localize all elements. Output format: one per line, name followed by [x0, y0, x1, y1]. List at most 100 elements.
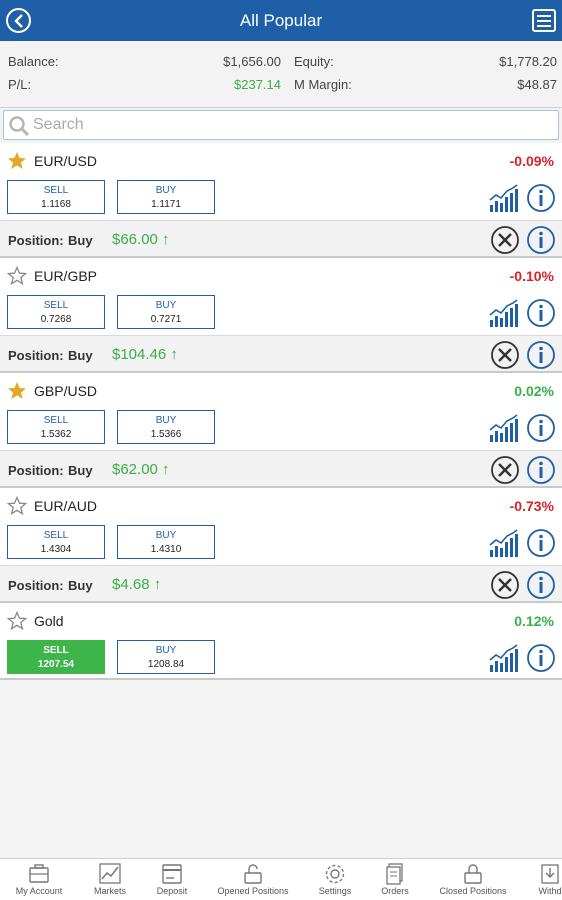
chart-icon[interactable] — [489, 183, 519, 213]
instrument-symbol: EUR/USD — [34, 153, 98, 169]
instrument-symbol: Gold — [34, 613, 64, 629]
info-icon[interactable] — [526, 528, 556, 558]
buy-label: BUY — [155, 645, 177, 656]
buy-label: BUY — [155, 415, 177, 426]
sell-price: 0.7268 — [40, 314, 72, 325]
buy-price: 1208.84 — [147, 659, 185, 670]
chart-icon[interactable] — [489, 298, 519, 328]
favorite-toggle[interactable] — [6, 610, 28, 636]
buy-button[interactable]: BUY 1.1171 — [117, 180, 215, 214]
search-icon — [9, 116, 30, 137]
star-outline-icon[interactable] — [6, 265, 28, 286]
position-info-icon[interactable] — [526, 340, 556, 370]
info-icon[interactable] — [526, 183, 556, 213]
sell-button[interactable]: SELL 1.1168 — [7, 180, 105, 214]
tab-label: My Account — [15, 886, 63, 896]
chart-icon[interactable] — [489, 643, 519, 673]
buy-price: 1.1171 — [151, 199, 181, 210]
pl-label: P/L: — [8, 77, 32, 92]
sell-label: SELL — [43, 645, 69, 656]
top-bar: All Popular — [0, 0, 562, 41]
position-info-icon[interactable] — [526, 455, 556, 485]
star-outline-icon[interactable] — [6, 610, 28, 631]
buy-label: BUY — [155, 300, 177, 311]
tab-label: Withd — [538, 886, 562, 896]
search-box[interactable]: Search — [3, 110, 559, 140]
sell-button[interactable]: SELL 1.4304 — [7, 525, 105, 559]
tab-label: Closed Positions — [439, 886, 507, 896]
close-position-icon[interactable] — [490, 225, 520, 255]
info-icon[interactable] — [526, 298, 556, 328]
favorite-toggle[interactable] — [6, 495, 28, 521]
buy-button[interactable]: BUY 0.7271 — [117, 295, 215, 329]
tab-withd[interactable]: Withd — [511, 859, 562, 900]
close-position-icon[interactable] — [490, 455, 520, 485]
change-percent: 0.12% — [514, 613, 554, 629]
position-side: Buy — [68, 578, 93, 593]
change-percent: -0.73% — [509, 498, 554, 514]
tab-closed-positions[interactable]: Closed Positions — [434, 859, 512, 900]
instrument-row[interactable]: EUR/USD -0.09% SELL 1.1168 BUY 1.1171 — [0, 143, 562, 220]
close-position-icon[interactable] — [490, 570, 520, 600]
lock-icon — [464, 864, 482, 884]
info-icon[interactable] — [526, 643, 556, 673]
tab-opened-positions[interactable]: Opened Positions — [214, 859, 292, 900]
instrument-symbol: GBP/USD — [34, 383, 98, 399]
buy-label: BUY — [155, 185, 177, 196]
menu-button[interactable] — [532, 9, 556, 32]
position-pl: $104.46 ↑ — [112, 346, 178, 363]
close-position-icon[interactable] — [490, 340, 520, 370]
favorite-toggle[interactable] — [7, 151, 27, 176]
sell-price: 1.5362 — [40, 429, 72, 440]
menu-icon — [537, 20, 551, 22]
instrument-symbol: EUR/GBP — [34, 268, 98, 284]
position-side: Buy — [68, 463, 93, 478]
star-filled-icon[interactable] — [7, 381, 27, 401]
position-label: Position: — [8, 233, 64, 248]
pl-value: $237.14 — [234, 77, 281, 92]
briefcase-icon — [29, 864, 49, 883]
favorite-toggle[interactable] — [7, 381, 27, 406]
buy-button[interactable]: BUY 1.5366 — [117, 410, 215, 444]
info-icon[interactable] — [526, 413, 556, 443]
tab-orders[interactable]: Orders — [356, 859, 434, 900]
position-side: Buy — [68, 348, 93, 363]
instrument-symbol: EUR/AUD — [34, 498, 98, 514]
favorite-toggle[interactable] — [6, 265, 28, 291]
instrument-row[interactable]: Gold 0.12% SELL 1207.54 BUY 1208.84 — [0, 603, 562, 680]
position-row: Position: Buy $104.46 ↑ — [0, 335, 562, 373]
document-icon — [386, 863, 403, 885]
position-label: Position: — [8, 348, 64, 363]
sell-button[interactable]: SELL 1.5362 — [7, 410, 105, 444]
search-input[interactable]: Search — [33, 116, 84, 134]
chart-icon[interactable] — [489, 528, 519, 558]
chart-icon[interactable] — [489, 413, 519, 443]
position-label: Position: — [8, 578, 64, 593]
instrument-list: EUR/USD -0.09% SELL 1.1168 BUY 1.1171 Position… — [0, 143, 562, 680]
balance-value: $1,656.00 — [223, 54, 281, 69]
position-side: Buy — [68, 233, 93, 248]
sell-price: 1.4304 — [40, 544, 72, 555]
unlock-icon — [244, 864, 262, 884]
sell-button[interactable]: SELL 1207.54 — [7, 640, 105, 674]
gear-icon — [325, 864, 345, 884]
position-row: Position: Buy $4.68 ↑ — [0, 565, 562, 603]
buy-button[interactable]: BUY 1208.84 — [117, 640, 215, 674]
position-info-icon[interactable] — [526, 225, 556, 255]
tab-label: Orders — [381, 886, 409, 896]
sell-label: SELL — [43, 185, 69, 196]
tab-deposit[interactable]: Deposit — [133, 859, 211, 900]
instrument-row[interactable]: EUR/GBP -0.10% SELL 0.7268 BUY 0.7271 — [0, 258, 562, 335]
instrument-row[interactable]: GBP/USD 0.02% SELL 1.5362 BUY 1.5366 — [0, 373, 562, 450]
sell-button[interactable]: SELL 0.7268 — [7, 295, 105, 329]
position-info-icon[interactable] — [526, 570, 556, 600]
star-filled-icon[interactable] — [7, 151, 27, 171]
tab-my-account[interactable]: My Account — [0, 859, 78, 900]
buy-price: 0.7271 — [150, 314, 182, 325]
sell-label: SELL — [43, 415, 69, 426]
instrument-row[interactable]: EUR/AUD -0.73% SELL 1.4304 BUY 1.4310 — [0, 488, 562, 565]
position-pl: $66.00 ↑ — [112, 231, 170, 248]
buy-button[interactable]: BUY 1.4310 — [117, 525, 215, 559]
star-outline-icon[interactable] — [6, 495, 28, 516]
buy-label: BUY — [155, 530, 177, 541]
